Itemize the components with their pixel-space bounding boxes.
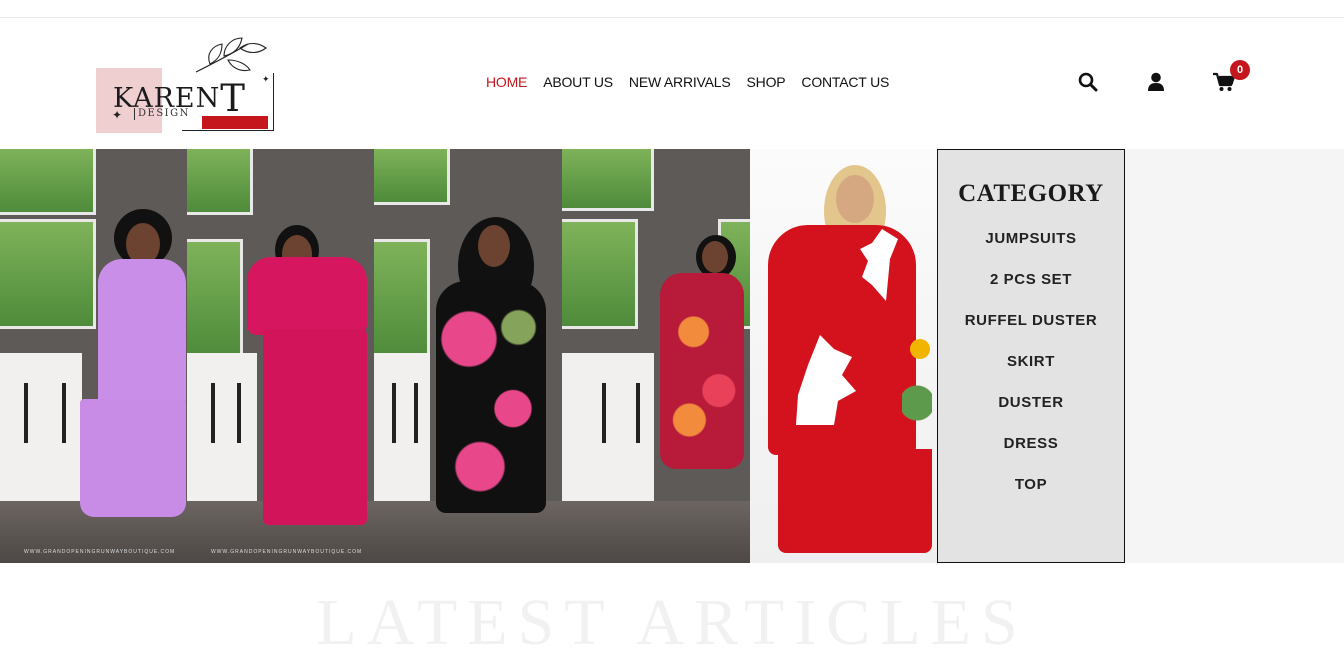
nav-shop[interactable]: SHOP [747,74,786,90]
category-item-dress[interactable]: DRESS [938,435,1124,476]
hero-image-pink-set[interactable]: WWW.GRANDOPENINGRUNWAYBOUTIQUE.COM [187,149,374,563]
hero-watermark: WWW.GRANDOPENINGRUNWAYBOUTIQUE.COM [24,549,176,555]
hero-image-floral-maxi[interactable] [374,149,562,563]
brand-logo[interactable]: ✦ ✦ KARENT DESIGN [96,34,280,134]
search-icon [1078,72,1098,92]
hero-image-lavender-dress[interactable]: WWW.GRANDOPENINGRUNWAYBOUTIQUE.COM [0,149,187,563]
category-item-duster[interactable]: DUSTER [938,394,1124,435]
nav-contact-us[interactable]: CONTACT US [801,74,889,90]
cart-count-badge: 0 [1230,60,1250,80]
logo-tagline: DESIGN [134,108,190,120]
search-button[interactable] [1076,70,1100,94]
top-strip [0,0,1344,18]
hero-watermark: WWW.GRANDOPENINGRUNWAYBOUTIQUE.COM [211,549,363,555]
category-item-skirt[interactable]: SKIRT [938,353,1124,394]
category-list: JUMPSUITS 2 PCS SET RUFFEL DUSTER SKIRT … [938,230,1124,517]
sparkle-small-icon: ✦ [262,74,270,84]
nav-about-us[interactable]: ABOUT US [543,74,613,90]
hero-image-red-floral-gown[interactable] [562,149,750,563]
logo-name-suffix: T [220,77,246,120]
leaf-icon [195,37,267,73]
user-icon [1148,72,1164,91]
category-item-jumpsuits[interactable]: JUMPSUITS [938,230,1124,271]
account-button[interactable] [1144,70,1168,94]
hero-banner: WWW.GRANDOPENINGRUNWAYBOUTIQUE.COM WWW.G… [0,149,1344,563]
latest-articles-heading: LATEST ARTICLES [316,586,1028,659]
category-item-ruffel-duster[interactable]: RUFFEL DUSTER [938,312,1124,353]
category-item-2-pcs-set[interactable]: 2 PCS SET [938,271,1124,312]
nav-home[interactable]: HOME [486,74,527,90]
category-item-top[interactable]: TOP [938,476,1124,517]
hero-image-red-two-piece[interactable] [750,149,937,563]
nav-new-arrivals[interactable]: NEW ARRIVALS [629,74,731,90]
main-nav: HOME ABOUT US NEW ARRIVALS SHOP CONTACT … [486,74,905,90]
site-header: ✦ ✦ KARENT DESIGN HOME ABOUT US NEW ARRI… [0,18,1344,149]
category-title: CATEGORY [958,180,1104,207]
category-menu: CATEGORY JUMPSUITS 2 PCS SET RUFFEL DUST… [937,149,1125,563]
